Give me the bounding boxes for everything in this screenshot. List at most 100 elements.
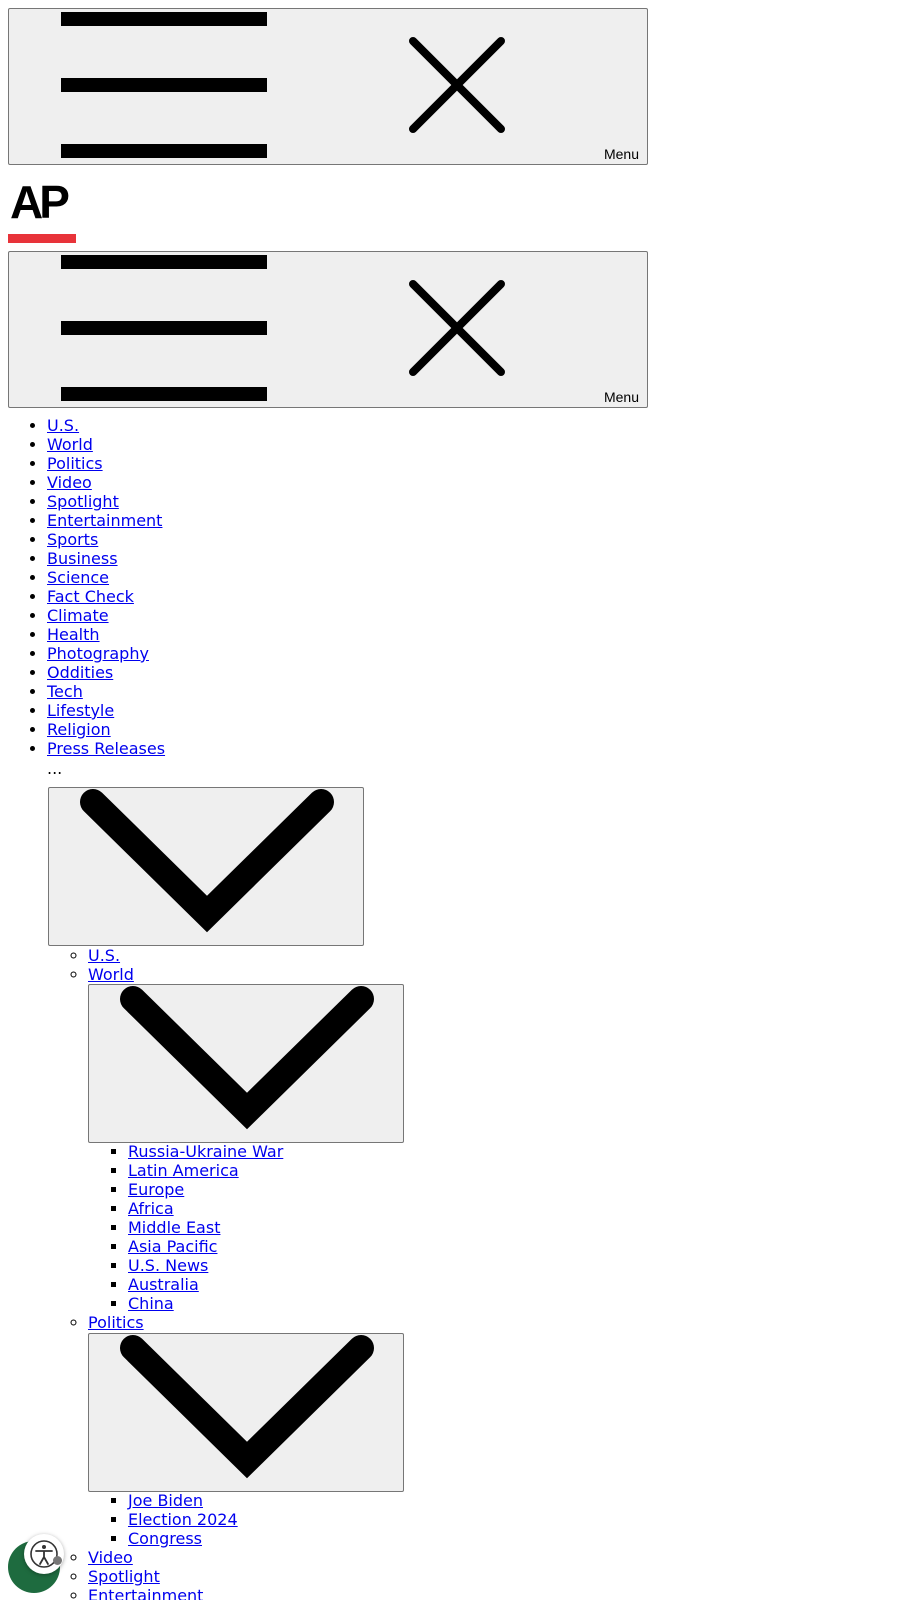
logo-red-bar bbox=[8, 234, 76, 243]
hamburger-icon bbox=[61, 252, 267, 409]
chevron-down-icon bbox=[80, 789, 334, 933]
more-menu-list: Politics bbox=[88, 1313, 144, 1332]
nav-link-spotlight[interactable]: Spotlight bbox=[47, 492, 119, 511]
world-link-asia-pacific[interactable]: Asia Pacific bbox=[128, 1237, 217, 1256]
politics-dropdown-button[interactable] bbox=[88, 1333, 404, 1492]
more-link-video[interactable]: Video bbox=[88, 1548, 133, 1567]
close-widget-icon[interactable] bbox=[53, 1556, 62, 1565]
nav-link-politics[interactable]: Politics bbox=[47, 454, 103, 473]
politics-link-congress[interactable]: Congress bbox=[128, 1529, 202, 1548]
nav-link-religion[interactable]: Religion bbox=[47, 720, 111, 739]
world-sub-list: Russia-Ukraine War Latin America Europe … bbox=[128, 1142, 283, 1313]
more-dropdown-button[interactable] bbox=[48, 787, 364, 946]
hamburger-icon bbox=[61, 9, 267, 166]
sub-menu-item: Russia-Ukraine War bbox=[128, 1142, 283, 1161]
nav-item: U.S. bbox=[47, 416, 165, 435]
more-menu-item: Politics bbox=[88, 1313, 144, 1332]
more-link-spotlight[interactable]: Spotlight bbox=[88, 1567, 160, 1586]
sub-menu-item: Europe bbox=[128, 1180, 283, 1199]
nav-item: Sports bbox=[47, 530, 165, 549]
menu-label: Menu bbox=[603, 389, 639, 405]
nav-link-lifestyle[interactable]: Lifestyle bbox=[47, 701, 114, 720]
nav-item: Politics bbox=[47, 454, 165, 473]
sub-menu-item: Asia Pacific bbox=[128, 1237, 283, 1256]
nav-item: Oddities bbox=[47, 663, 165, 682]
nav-link-fact-check[interactable]: Fact Check bbox=[47, 587, 134, 606]
nav-item: Science bbox=[47, 568, 165, 587]
nav-link-oddities[interactable]: Oddities bbox=[47, 663, 113, 682]
nav-link-science[interactable]: Science bbox=[47, 568, 109, 587]
nav-link-entertainment[interactable]: Entertainment bbox=[47, 511, 162, 530]
more-link-us[interactable]: U.S. bbox=[88, 946, 120, 965]
nav-item: Photography bbox=[47, 644, 165, 663]
chevron-down-icon bbox=[120, 1335, 374, 1479]
more-menu-item: Video bbox=[88, 1548, 203, 1567]
close-icon bbox=[409, 280, 505, 376]
more-link-world[interactable]: World bbox=[88, 965, 134, 984]
sub-menu-item: China bbox=[128, 1294, 283, 1313]
sub-menu-item: Election 2024 bbox=[128, 1510, 238, 1529]
politics-link-joe-biden[interactable]: Joe Biden bbox=[128, 1491, 203, 1510]
nav-item: Religion bbox=[47, 720, 165, 739]
more-menu-list: Video Spotlight Entertainment bbox=[88, 1548, 203, 1600]
sub-menu-item: Africa bbox=[128, 1199, 283, 1218]
world-link-australia[interactable]: Australia bbox=[128, 1275, 199, 1294]
nav-item: Entertainment bbox=[47, 511, 165, 530]
ap-logo[interactable]: AP bbox=[8, 176, 76, 244]
sub-menu-item: U.S. News bbox=[128, 1256, 283, 1275]
nav-link-world[interactable]: World bbox=[47, 435, 93, 454]
sub-menu-item: Congress bbox=[128, 1529, 238, 1548]
nav-item: Lifestyle bbox=[47, 701, 165, 720]
sub-menu-item: Middle East bbox=[128, 1218, 283, 1237]
nav-link-climate[interactable]: Climate bbox=[47, 606, 109, 625]
nav-link-video[interactable]: Video bbox=[47, 473, 92, 492]
nav-item: Business bbox=[47, 549, 165, 568]
accessibility-button[interactable] bbox=[24, 1534, 64, 1574]
nav-link-photography[interactable]: Photography bbox=[47, 644, 149, 663]
sub-menu-item: Australia bbox=[128, 1275, 283, 1294]
nav-item: Press Releases bbox=[47, 739, 165, 758]
nav-link-health[interactable]: Health bbox=[47, 625, 100, 644]
more-link-politics[interactable]: Politics bbox=[88, 1313, 144, 1332]
nav-item: World bbox=[47, 435, 165, 454]
world-link-russia-ukraine[interactable]: Russia-Ukraine War bbox=[128, 1142, 283, 1161]
world-link-africa[interactable]: Africa bbox=[128, 1199, 174, 1218]
close-icon bbox=[409, 37, 505, 133]
more-link-entertainment[interactable]: Entertainment bbox=[88, 1586, 203, 1600]
more-menu-item: Spotlight bbox=[88, 1567, 203, 1586]
page: Menu AP Menu U.S. World Politics Video S… bbox=[0, 0, 900, 1600]
nav-link-business[interactable]: Business bbox=[47, 549, 118, 568]
more-ellipsis[interactable]: ... bbox=[47, 759, 62, 778]
nav-item: Climate bbox=[47, 606, 165, 625]
more-menu-list: U.S. World bbox=[88, 946, 134, 984]
menu-toggle-button[interactable]: Menu bbox=[8, 8, 648, 165]
nav-link-us[interactable]: U.S. bbox=[47, 416, 79, 435]
more-menu-item: World bbox=[88, 965, 134, 984]
menu-label: Menu bbox=[603, 146, 639, 162]
nav-item: Health bbox=[47, 625, 165, 644]
main-nav: U.S. World Politics Video Spotlight Ente… bbox=[47, 416, 165, 758]
logo-text: AP bbox=[10, 176, 70, 228]
world-link-us-news[interactable]: U.S. News bbox=[128, 1256, 208, 1275]
nav-link-sports[interactable]: Sports bbox=[47, 530, 98, 549]
nav-link-tech[interactable]: Tech bbox=[47, 682, 83, 701]
nav-item: Tech bbox=[47, 682, 165, 701]
menu-toggle-button[interactable]: Menu bbox=[8, 251, 648, 408]
world-link-china[interactable]: China bbox=[128, 1294, 174, 1313]
more-menu-item: U.S. bbox=[88, 946, 134, 965]
sub-menu-item: Latin America bbox=[128, 1161, 283, 1180]
nav-item: Spotlight bbox=[47, 492, 165, 511]
accessibility-icon bbox=[30, 1540, 58, 1568]
world-link-middle-east[interactable]: Middle East bbox=[128, 1218, 220, 1237]
politics-link-election-2024[interactable]: Election 2024 bbox=[128, 1510, 238, 1529]
sub-menu-item: Joe Biden bbox=[128, 1491, 238, 1510]
more-menu-item: Entertainment bbox=[88, 1586, 203, 1600]
politics-sub-list: Joe Biden Election 2024 Congress bbox=[128, 1491, 238, 1548]
chevron-down-icon bbox=[120, 986, 374, 1130]
nav-link-press-releases[interactable]: Press Releases bbox=[47, 739, 165, 758]
nav-item: Fact Check bbox=[47, 587, 165, 606]
world-link-latin-america[interactable]: Latin America bbox=[128, 1161, 239, 1180]
world-dropdown-button[interactable] bbox=[88, 984, 404, 1143]
nav-item: Video bbox=[47, 473, 165, 492]
world-link-europe[interactable]: Europe bbox=[128, 1180, 184, 1199]
